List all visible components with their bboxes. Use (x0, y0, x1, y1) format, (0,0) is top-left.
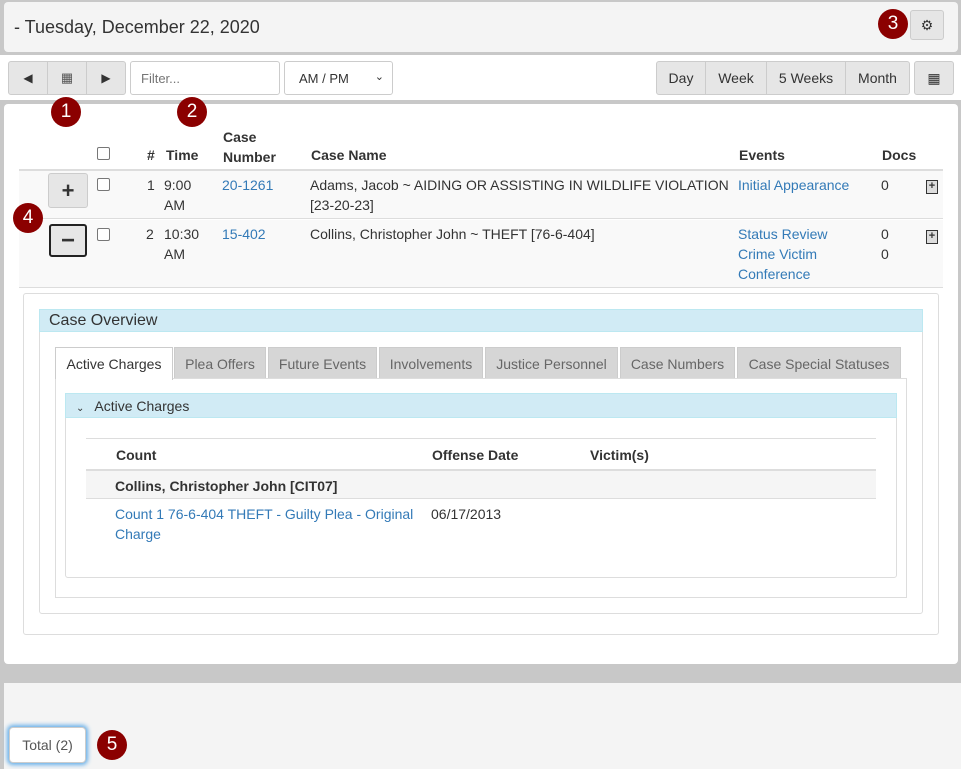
row-checkbox[interactable] (97, 178, 110, 191)
case-number-link[interactable]: 20-1261 (222, 175, 273, 195)
select-all-checkbox[interactable] (97, 147, 110, 160)
chevron-down-icon: ⌄ (374, 71, 384, 83)
row-docs: 0 (881, 246, 889, 262)
row-docs: 0 (881, 177, 889, 193)
callout-4: 4 (13, 203, 43, 233)
row-case-name: Adams, Jacob ~ AIDING OR ASSISTING IN WI… (310, 177, 729, 213)
callout-1: 1 (51, 97, 81, 127)
ampm-select[interactable]: AM / PM ⌄ (284, 61, 393, 95)
event-link[interactable]: Crime Victim Conference (738, 244, 838, 284)
callout-3: 3 (878, 9, 908, 39)
view-week-button[interactable]: Week (705, 61, 767, 95)
row-time: 10:30 AM (164, 226, 200, 262)
header-offense-date: Offense Date (432, 447, 519, 463)
charge-link[interactable]: Count 1 76-6-404 THEFT - Guilty Plea - O… (115, 504, 425, 544)
charge-group-name: Collins, Christopher John [CIT07] (115, 478, 338, 494)
row-num: 1 (147, 177, 155, 193)
header-count: Count (116, 447, 157, 463)
event-link[interactable]: Initial Appearance (738, 175, 849, 195)
page-title: - Tuesday, December 22, 2020 (14, 17, 260, 37)
header-case-name: Case Name (311, 147, 387, 163)
callout-2: 2 (177, 97, 207, 127)
collapse-row-button[interactable]: − (49, 224, 87, 257)
case-number-link[interactable]: 15-402 (222, 224, 266, 244)
view-month-button[interactable]: Month (845, 61, 910, 95)
gear-icon: ⚙ (920, 16, 934, 33)
footer (4, 683, 961, 769)
header-time: Time (166, 147, 199, 163)
expand-row-button[interactable]: + (48, 173, 88, 208)
triangle-right-icon: ▶ (101, 71, 111, 85)
header-case-number: Case Number (223, 129, 276, 165)
active-charges-title: Active Charges (94, 398, 190, 414)
header-events: Events (739, 147, 785, 163)
row-checkbox[interactable] (97, 228, 110, 241)
settings-button[interactable]: ⚙ (910, 10, 944, 40)
ampm-value: AM / PM (299, 71, 349, 86)
active-charges-header[interactable]: ⌄ Active Charges (65, 393, 897, 418)
tab-justice-personnel[interactable]: Justice Personnel (485, 347, 618, 379)
event-link[interactable]: Status Review (738, 224, 827, 244)
tab-involvements[interactable]: Involvements (379, 347, 483, 379)
layout-button[interactable]: ▦ (914, 61, 954, 95)
header-docs: Docs (882, 147, 917, 163)
offense-date: 06/17/2013 (431, 506, 502, 522)
tab-plea-offers[interactable]: Plea Offers (174, 347, 266, 379)
tab-case-special-statuses[interactable]: Case Special Statuses (737, 347, 901, 379)
header-victims: Victim(s) (590, 447, 649, 463)
row-docs: 0 (881, 226, 889, 242)
tab-case-numbers[interactable]: Case Numbers (620, 347, 735, 379)
layout-grid-icon: ▦ (927, 69, 941, 86)
chevron-down-icon: ⌄ (76, 403, 85, 414)
header-num: # (147, 147, 155, 163)
view-5-weeks-button[interactable]: 5 Weeks (766, 61, 846, 95)
tab-future-events[interactable]: Future Events (268, 347, 377, 379)
callout-5: 5 (97, 730, 127, 760)
calendar-icon: ▦ (60, 70, 74, 85)
row-case-name: Collins, Christopher John ~ THEFT [76-6-… (310, 226, 595, 242)
add-document-icon[interactable]: + (926, 230, 938, 244)
next-day-button[interactable]: ▶ (86, 61, 126, 95)
previous-day-button[interactable]: ◀ (8, 61, 48, 95)
filter-input[interactable] (130, 61, 280, 95)
add-document-icon[interactable]: + (926, 180, 938, 194)
tab-active-charges[interactable]: Active Charges (55, 347, 173, 380)
calendar-button[interactable]: ▦ (47, 61, 87, 95)
triangle-left-icon: ◀ (23, 71, 33, 85)
row-time: 9:00 AM (164, 177, 192, 213)
case-overview-title: Case Overview (39, 309, 923, 332)
total-button[interactable]: Total (2) (9, 727, 86, 763)
view-day-button[interactable]: Day (656, 61, 706, 95)
row-num: 2 (146, 226, 154, 242)
